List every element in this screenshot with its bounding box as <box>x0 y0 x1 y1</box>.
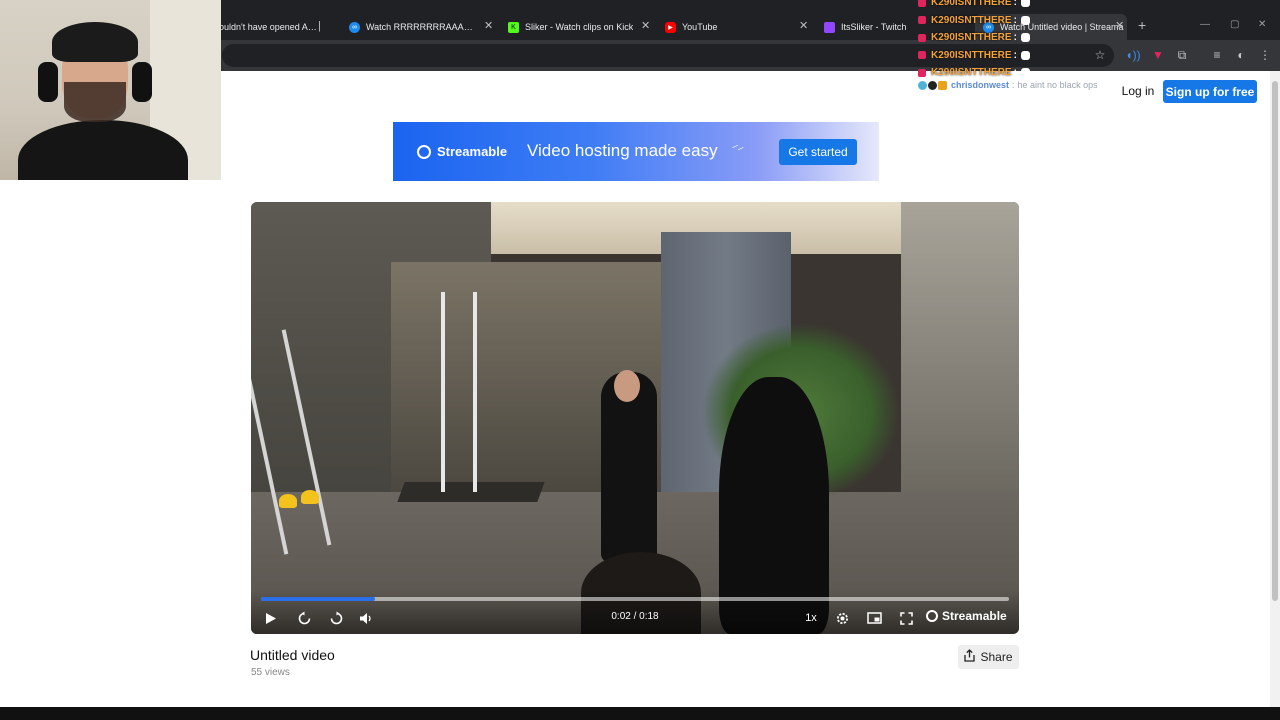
badge-icon <box>918 80 927 90</box>
tab-close-icon[interactable]: ✕ <box>484 20 493 32</box>
video-frame-ladder <box>441 292 477 492</box>
scrollbar-thumb[interactable] <box>1272 81 1278 601</box>
tab-youtube[interactable]: ▶ YouTube <box>665 14 795 40</box>
close-window-icon[interactable]: ✕ <box>1258 19 1266 30</box>
share-icon <box>964 649 976 665</box>
time-display: 0:02 / 0:18 <box>611 611 659 622</box>
picture-in-picture-icon[interactable] <box>865 609 883 627</box>
webcam-overlay <box>0 0 221 180</box>
emote-icon <box>1020 15 1030 25</box>
chat-message: K290ISNTTHERE: <box>918 0 1148 12</box>
webcam-person-beanie <box>52 22 138 62</box>
chat-username: K290ISNTTHERE <box>931 49 1012 61</box>
page-scrollbar[interactable] <box>1270 71 1280 707</box>
sub-badge-icon <box>918 0 926 7</box>
youtube-favicon-icon: ▶ <box>665 21 676 33</box>
tab-title: Watch RRRRRRRRAAAAAAAAT <box>366 22 477 32</box>
streamable-watermark[interactable]: Streamable <box>926 609 1007 623</box>
media-queue-icon[interactable]: ≡ <box>1209 47 1225 63</box>
chat-text: he aint no black ops <box>1017 80 1098 90</box>
headphone-left-icon <box>38 62 58 102</box>
video-title: Untitled video <box>250 647 335 663</box>
get-started-button[interactable]: Get started <box>779 139 857 165</box>
streamable-logo: Streamable <box>417 144 507 159</box>
playback-speed-button[interactable]: 1x <box>801 609 821 627</box>
headphone-right-icon <box>132 62 152 102</box>
tab-title: Sliker - Watch clips on Kick <box>525 22 634 32</box>
chat-message: K290ISNTTHERE: <box>918 12 1148 30</box>
tab-watch-rat[interactable]: ∞ Watch RRRRRRRRAAAAAAAAT <box>349 14 477 40</box>
tab-close-icon[interactable]: ✕ <box>799 20 808 32</box>
streamable-logo-icon <box>417 144 431 159</box>
tab-title: ItsSliker - Twitch <box>841 22 907 32</box>
webcam-person-beard <box>64 82 126 122</box>
video-player[interactable]: 0:02 / 0:18 1x Streamable <box>251 202 1019 634</box>
chat-username: K290ISNTTHERE <box>931 32 1012 44</box>
profile-avatar-icon[interactable]: ◐ <box>1233 47 1249 63</box>
maximize-icon[interactable]: ▢ <box>1230 19 1239 30</box>
tab-title: YouTube <box>682 22 718 32</box>
play-icon[interactable] <box>263 609 279 627</box>
chat-badges <box>918 80 947 90</box>
chat-username: K290ISNTTHERE <box>931 14 1012 26</box>
chat-username: chrisdonwest <box>951 80 1010 90</box>
more-menu-icon[interactable]: ⋮ <box>1257 47 1273 63</box>
emote-icon <box>1020 0 1030 8</box>
share-button[interactable]: Share <box>958 645 1019 669</box>
forward-10-icon[interactable] <box>327 609 345 627</box>
volume-icon[interactable] <box>357 609 375 627</box>
settings-gear-icon[interactable] <box>833 609 851 627</box>
view-count: 55 views <box>251 667 290 678</box>
fullscreen-icon[interactable] <box>897 609 915 627</box>
extensions-puzzle-icon[interactable]: ⧉ <box>1174 47 1190 63</box>
tab-close-icon[interactable]: | <box>318 20 321 32</box>
banner-brand: Streamable <box>437 144 508 159</box>
chat-message: K290ISNTTHERE: <box>918 47 1148 65</box>
tab-title: ouldn't have opened AZAR <box>219 22 319 32</box>
banner-tagline: Video hosting made easy <box>527 141 718 160</box>
sub-badge-icon <box>918 68 926 77</box>
kick-favicon-icon: K <box>508 21 519 33</box>
seek-bar-progress <box>261 597 375 601</box>
share-label: Share <box>980 650 1013 664</box>
extension-icon[interactable]: ▼ <box>1150 47 1166 63</box>
minimize-icon[interactable]: — <box>1200 19 1210 30</box>
stream-chat-overlay: K290ISNTTHERE: K290ISNTTHERE: K290ISNTTH… <box>918 0 1148 82</box>
chat-username: K290ISNTTHERE <box>931 0 1012 9</box>
badge-icon <box>928 80 937 90</box>
emote-icon <box>1020 68 1030 78</box>
video-frame-hardhat <box>279 494 297 508</box>
emote-icon <box>1020 50 1030 60</box>
video-frame-right-wall <box>901 202 1019 502</box>
sparkle-icon: ⸝⸝ <box>730 136 747 154</box>
streamable-favicon-icon: ∞ <box>349 21 360 33</box>
tab-close-icon[interactable]: ✕ <box>641 20 650 32</box>
emote-icon <box>1020 33 1030 43</box>
badge-icon <box>938 80 947 90</box>
tab-kick[interactable]: K Sliker - Watch clips on Kick <box>508 14 638 40</box>
video-frame-person-head <box>614 370 640 402</box>
rewind-10-icon[interactable] <box>295 609 313 627</box>
tab-azar[interactable]: ouldn't have opened AZAR <box>219 14 319 40</box>
chat-message: K290ISNTTHERE: <box>918 29 1148 47</box>
sub-badge-icon <box>918 16 926 25</box>
login-button[interactable]: Log in <box>1116 80 1160 102</box>
streamable-logo-icon <box>926 610 938 622</box>
seek-bar[interactable] <box>261 597 1009 601</box>
sub-badge-icon <box>918 51 926 60</box>
promo-banner[interactable]: Streamable Video hosting made easy ⸝⸝ Ge… <box>393 122 879 181</box>
chat-message: chrisdonwest : he aint no black ops <box>918 80 1098 90</box>
sub-badge-icon <box>918 33 926 42</box>
streamable-watermark-label: Streamable <box>942 609 1007 623</box>
video-frame-hardhat <box>301 490 319 504</box>
twitch-favicon-icon <box>824 21 835 33</box>
chat-username: K290ISNTTHERE <box>931 67 1012 79</box>
taskbar-edge <box>0 707 1280 720</box>
signup-button[interactable]: Sign up for free <box>1163 80 1257 103</box>
chat-message: K290ISNTTHERE: <box>918 64 1148 82</box>
